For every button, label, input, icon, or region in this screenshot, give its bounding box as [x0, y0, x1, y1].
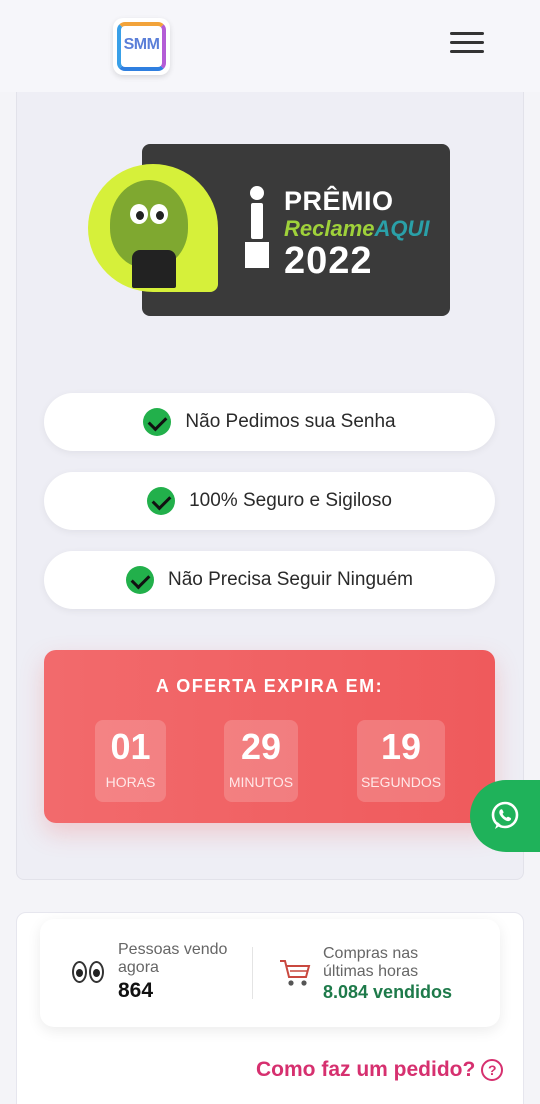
mascot-suit	[132, 250, 176, 288]
timer-minutes-label: MINUTOS	[228, 774, 294, 790]
award-banner: PRÊMIO ReclameAQUI 2022	[88, 142, 452, 318]
top-bar: SMM	[0, 0, 540, 92]
timer-seconds: 19 SEGUNDOS	[357, 720, 445, 802]
timer-minutes-value: 29	[240, 726, 282, 767]
award-brand-aqui: AQUI	[374, 216, 430, 241]
offer-title: A OFERTA EXPIRA EM:	[155, 676, 384, 696]
hamburger-menu-icon[interactable]	[450, 32, 484, 58]
how-to-order-label: Como faz um pedido?	[256, 1058, 476, 1081]
whatsapp-button[interactable]	[470, 780, 540, 852]
timer-hours-value: 01	[110, 726, 151, 767]
whatsapp-icon	[491, 801, 519, 829]
trophy-icon	[244, 186, 270, 274]
feature-label: 100% Seguro e Sigiloso	[189, 490, 392, 511]
purchases-label: Compras nas últimas horas	[323, 945, 419, 980]
offer-countdown: A OFERTA EXPIRA EM: 01 HORAS 29 MINUTOS …	[44, 650, 495, 823]
award-title: PRÊMIO	[284, 186, 394, 216]
shopping-cart-icon	[280, 960, 311, 986]
feature-no-password: Não Pedimos sua Senha	[44, 393, 495, 451]
timer-hours-label: HORAS	[105, 774, 156, 790]
how-to-order-link[interactable]: Como faz um pedido? ?	[256, 1058, 504, 1082]
question-circle-icon: ?	[481, 1059, 504, 1081]
feature-label: Não Precisa Seguir Ninguém	[167, 569, 413, 590]
logo-text: SMM	[123, 36, 160, 53]
feature-secure: 100% Seguro e Sigiloso	[44, 472, 495, 530]
eyes-icon	[72, 961, 106, 985]
check-circle-icon	[147, 487, 176, 515]
award-year: 2022	[284, 240, 373, 282]
timer-hours: 01 HORAS	[95, 720, 166, 802]
smm-logo[interactable]: SMM	[113, 18, 170, 75]
check-circle-icon	[125, 566, 154, 594]
feature-no-follow: Não Precisa Seguir Ninguém	[44, 551, 495, 609]
timer-seconds-label: SEGUNDOS	[360, 774, 442, 790]
stats-panel: Pessoas vendo agora 864 Compras nas últi…	[40, 919, 500, 1027]
award-brand: ReclameAQUI	[284, 216, 430, 242]
viewing-count: 864	[118, 979, 154, 1002]
timer-minutes: 29 MINUTOS	[224, 720, 298, 802]
viewing-label: Pessoas vendo agora	[118, 941, 228, 976]
stats-divider	[252, 947, 253, 999]
timer-seconds-value: 19	[380, 726, 422, 767]
award-brand-reclame: Reclame	[284, 216, 375, 241]
check-circle-icon	[143, 408, 172, 436]
purchases-value: 8.084 vendidos	[323, 982, 453, 1002]
feature-label: Não Pedimos sua Senha	[185, 411, 396, 432]
